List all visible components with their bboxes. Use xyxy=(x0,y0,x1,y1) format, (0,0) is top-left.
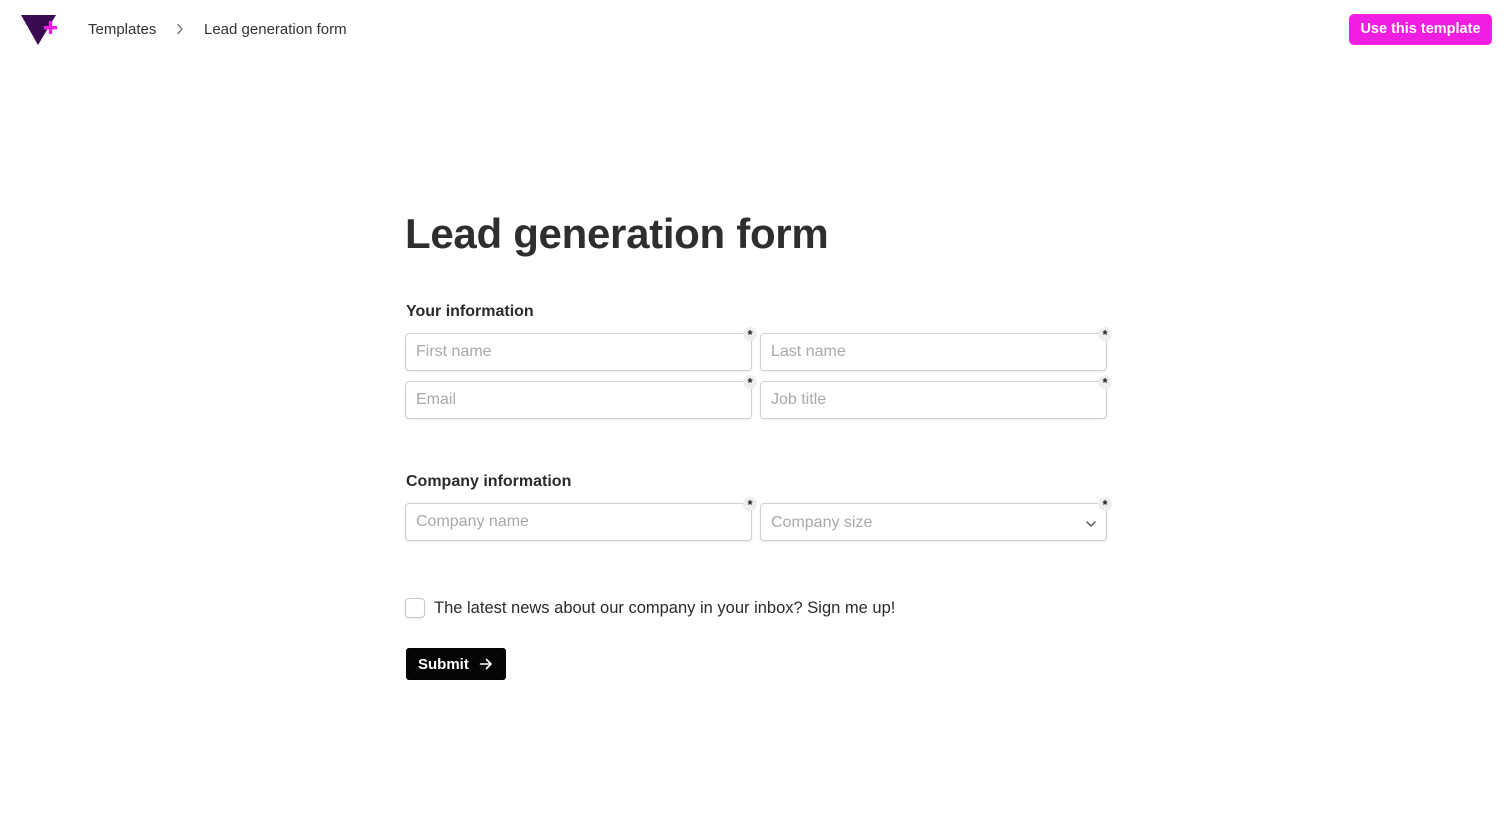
email-field: * xyxy=(405,375,757,419)
first-name-field: * xyxy=(405,327,757,371)
last-name-field: * xyxy=(760,327,1112,371)
logo-icon[interactable] xyxy=(20,13,58,47)
required-indicator: * xyxy=(743,375,757,390)
required-indicator: * xyxy=(1098,497,1112,512)
breadcrumb-current: Lead generation form xyxy=(204,21,347,38)
chevron-right-icon xyxy=(174,21,186,37)
section-title-your-information: Your information xyxy=(406,303,534,320)
company-size-select[interactable]: Company size * xyxy=(760,497,1112,541)
first-name-input[interactable] xyxy=(406,334,751,370)
required-indicator: * xyxy=(743,497,757,512)
job-title-input[interactable] xyxy=(761,382,1106,418)
newsletter-label[interactable]: The latest news about our company in you… xyxy=(434,598,895,618)
use-template-button[interactable]: Use this template xyxy=(1349,14,1492,45)
breadcrumb-templates-link[interactable]: Templates xyxy=(88,20,156,40)
submit-button[interactable]: Submit xyxy=(406,648,506,680)
arrow-right-icon xyxy=(479,657,493,671)
page-title: Lead generation form xyxy=(405,210,829,257)
company-name-input[interactable] xyxy=(406,504,751,540)
chevron-down-icon xyxy=(1085,517,1097,529)
section-title-company-information: Company information xyxy=(406,473,572,490)
last-name-input[interactable] xyxy=(761,334,1106,370)
required-indicator: * xyxy=(1098,327,1112,342)
submit-label: Submit xyxy=(418,655,469,673)
email-input[interactable] xyxy=(406,382,751,418)
company-name-field: * xyxy=(405,497,757,541)
required-indicator: * xyxy=(1098,375,1112,390)
newsletter-option: The latest news about our company in you… xyxy=(405,598,895,618)
top-bar: Templates Lead generation form Use this … xyxy=(0,0,1512,60)
job-title-field: * xyxy=(760,375,1112,419)
newsletter-checkbox[interactable] xyxy=(405,598,425,618)
required-indicator: * xyxy=(743,327,757,342)
company-size-placeholder: Company size xyxy=(771,514,873,531)
